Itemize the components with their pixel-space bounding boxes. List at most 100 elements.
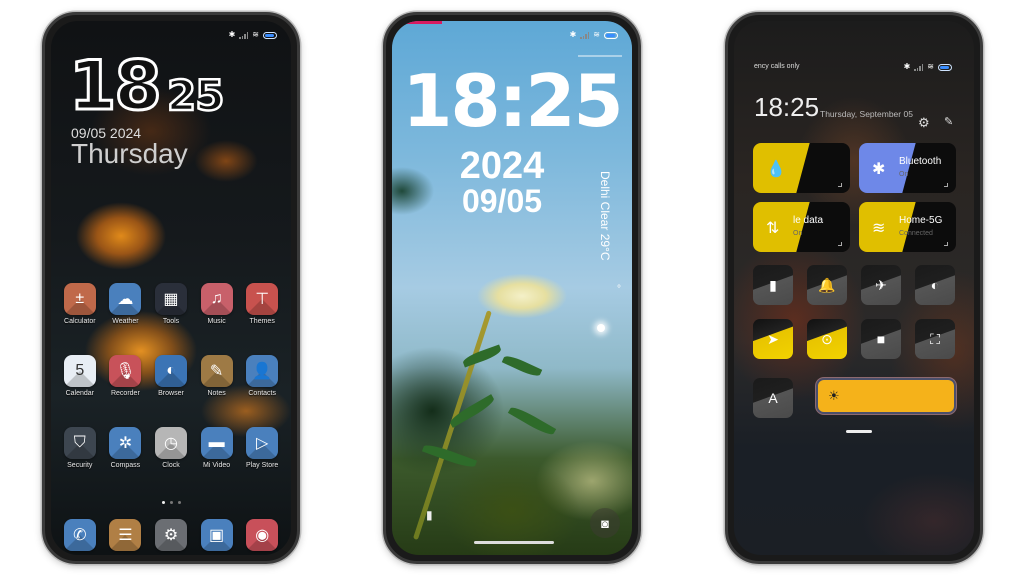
tile-status: Connected xyxy=(899,230,933,237)
toggle-dark-mode[interactable]: ◐ xyxy=(915,265,955,305)
app-label: Weather xyxy=(112,318,139,325)
expand-icon[interactable] xyxy=(944,183,948,187)
app-tools[interactable]: ▦ Tools xyxy=(148,283,194,325)
camera-icon: ◙ xyxy=(601,515,609,531)
mobile-data-icon: ⇅ xyxy=(766,220,780,237)
page-dot[interactable] xyxy=(161,501,165,504)
clock-icon: ◷ xyxy=(154,427,187,459)
clock-minute: 25 xyxy=(166,71,226,120)
weather-text: Delhi Clear 29°C xyxy=(598,171,612,261)
home-indicator[interactable] xyxy=(474,541,554,544)
phone-lock-screen: ✱ ≋ ° 18:25 2024 09/05 Delhi Clear 29°C … xyxy=(383,12,641,564)
toggle-location[interactable]: ➤ xyxy=(753,319,793,359)
sparkle: ° xyxy=(617,284,621,295)
app-label: Play Store xyxy=(246,462,279,469)
app-browser[interactable]: ◐ Browser xyxy=(148,355,194,397)
app-contacts[interactable]: 👤 Contacts xyxy=(239,355,285,397)
drag-handle[interactable] xyxy=(846,430,872,433)
toggle-flashlight[interactable]: ▮ xyxy=(753,265,793,305)
icon-glyph: ✎ xyxy=(209,363,224,380)
app-themes[interactable]: ⊤ Themes xyxy=(239,283,285,325)
weather-icon: ☁ xyxy=(109,283,142,315)
settings-icon[interactable]: ⚙ xyxy=(918,115,930,131)
gear-icon: ⚙ xyxy=(154,519,187,551)
clock-widget[interactable]: 18 25 xyxy=(68,51,226,122)
tile-data-saver[interactable]: 💧 xyxy=(753,143,850,193)
tile-fill xyxy=(859,202,916,252)
icon-glyph: 🎙 xyxy=(115,363,136,380)
app-grid: ± Calculator ☁ Weather ▦ Tools ♫ Music ⊤ Themes 5 C… xyxy=(57,283,285,469)
expand-icon[interactable] xyxy=(838,183,842,187)
page-indicator xyxy=(51,501,291,504)
tile-bluetooth[interactable]: ✱ Bluetooth On xyxy=(859,143,956,193)
data-saver-icon: 💧 xyxy=(766,161,786,178)
phone-icon: ✆ xyxy=(63,519,96,551)
icon-glyph: ▣ xyxy=(209,527,225,544)
contacts-icon: 👤 xyxy=(246,355,279,387)
phone-home-screen: ✱ ≋ 18 25 09/05 2024 Thursday ± Calculato… xyxy=(42,12,300,564)
expand-icon[interactable] xyxy=(838,242,842,246)
app-music[interactable]: ♫ Music xyxy=(194,283,240,325)
icon-glyph: 👤 xyxy=(252,363,273,380)
app-compass[interactable]: ✲ Compass xyxy=(103,427,149,469)
toggle-bell[interactable]: 🔔 xyxy=(807,265,847,305)
expand-icon[interactable] xyxy=(944,242,948,246)
page-dot[interactable] xyxy=(169,501,173,504)
camera-button[interactable]: ◙ xyxy=(590,508,620,538)
auto-brightness-toggle[interactable]: A xyxy=(753,378,793,418)
app-phone[interactable]: ✆ xyxy=(63,519,96,551)
sun-icon: ☀ xyxy=(828,388,840,403)
lock-screen: ✱ ≋ ° 18:25 2024 09/05 Delhi Clear 29°C … xyxy=(392,21,632,555)
music-icon: ♫ xyxy=(200,283,233,315)
cc-date: Thursday, September 05 xyxy=(820,109,913,119)
app-calendar[interactable]: 5 Calendar xyxy=(57,355,103,397)
toggle-airplane[interactable]: ✈ xyxy=(861,265,901,305)
leaf xyxy=(501,353,543,379)
icon-glyph: ◐ xyxy=(166,362,176,379)
leaf xyxy=(421,441,478,471)
tile-status: On xyxy=(793,230,803,237)
control-center: ency calls only ✱ ≋ 18:25 Thursday, Sept… xyxy=(734,21,974,555)
app-weather[interactable]: ☁ Weather xyxy=(103,283,149,325)
toggle-rotation-lock[interactable]: ⊙ xyxy=(807,319,847,359)
app-settings[interactable]: ⚙ xyxy=(154,519,187,551)
app-camera[interactable]: ◉ xyxy=(246,519,279,551)
app-gallery[interactable]: ▣ xyxy=(200,519,233,551)
app-notes[interactable]: ✎ Notes xyxy=(194,355,240,397)
carrier-status: ency calls only xyxy=(754,63,800,70)
status-bar: ✱ ≋ xyxy=(904,63,952,71)
icon-glyph: ⛉ xyxy=(73,434,86,451)
tile-wifi[interactable]: ≋ Home-5G Connected xyxy=(859,202,956,252)
screen-record-icon: ■ xyxy=(876,331,886,347)
phone-control-center: ency calls only ✱ ≋ 18:25 Thursday, Sept… xyxy=(725,12,983,564)
icon-glyph: ✆ xyxy=(73,527,87,544)
tile-fill xyxy=(753,202,810,252)
app-clock[interactable]: ◷ Clock xyxy=(148,427,194,469)
page-dot[interactable] xyxy=(177,501,181,504)
app-recorder[interactable]: 🎙 Recorder xyxy=(103,355,149,397)
tile-name: Home-5G xyxy=(899,215,943,226)
divider xyxy=(578,55,622,57)
bluetooth-icon: ✱ xyxy=(569,30,577,39)
brightness-slider[interactable]: ☀ xyxy=(816,378,956,414)
wifi-icon: ≋ xyxy=(927,62,934,71)
app-play-store[interactable]: ▷ Play Store xyxy=(239,427,285,469)
app-mi-video[interactable]: ▬ Mi Video xyxy=(194,427,240,469)
wifi-icon: ≋ xyxy=(593,30,600,39)
themes-icon: ⊤ xyxy=(246,283,279,315)
app-security[interactable]: ⛉ Security xyxy=(57,427,103,469)
toggle-screen-record[interactable]: ■ xyxy=(861,319,901,359)
app-messages[interactable]: ☰ xyxy=(109,519,142,551)
toggle-screenshot[interactable]: ⛶ xyxy=(915,319,955,359)
tile-mobile-data[interactable]: ⇅ le data On xyxy=(753,202,850,252)
globe-icon: ◐ xyxy=(154,355,187,387)
signal-icon xyxy=(914,63,924,71)
edit-icon[interactable]: ✎ xyxy=(944,115,953,128)
tile-name: Bluetooth xyxy=(899,156,942,167)
lock-clock: 18:25 xyxy=(402,59,623,143)
bluetooth-icon: ✱ xyxy=(903,62,911,71)
flashlight-icon[interactable]: ▮ xyxy=(426,508,433,522)
icon-glyph: ☰ xyxy=(118,527,133,544)
rotation-lock-icon: ⊙ xyxy=(821,330,833,347)
app-calculator[interactable]: ± Calculator xyxy=(57,283,103,325)
